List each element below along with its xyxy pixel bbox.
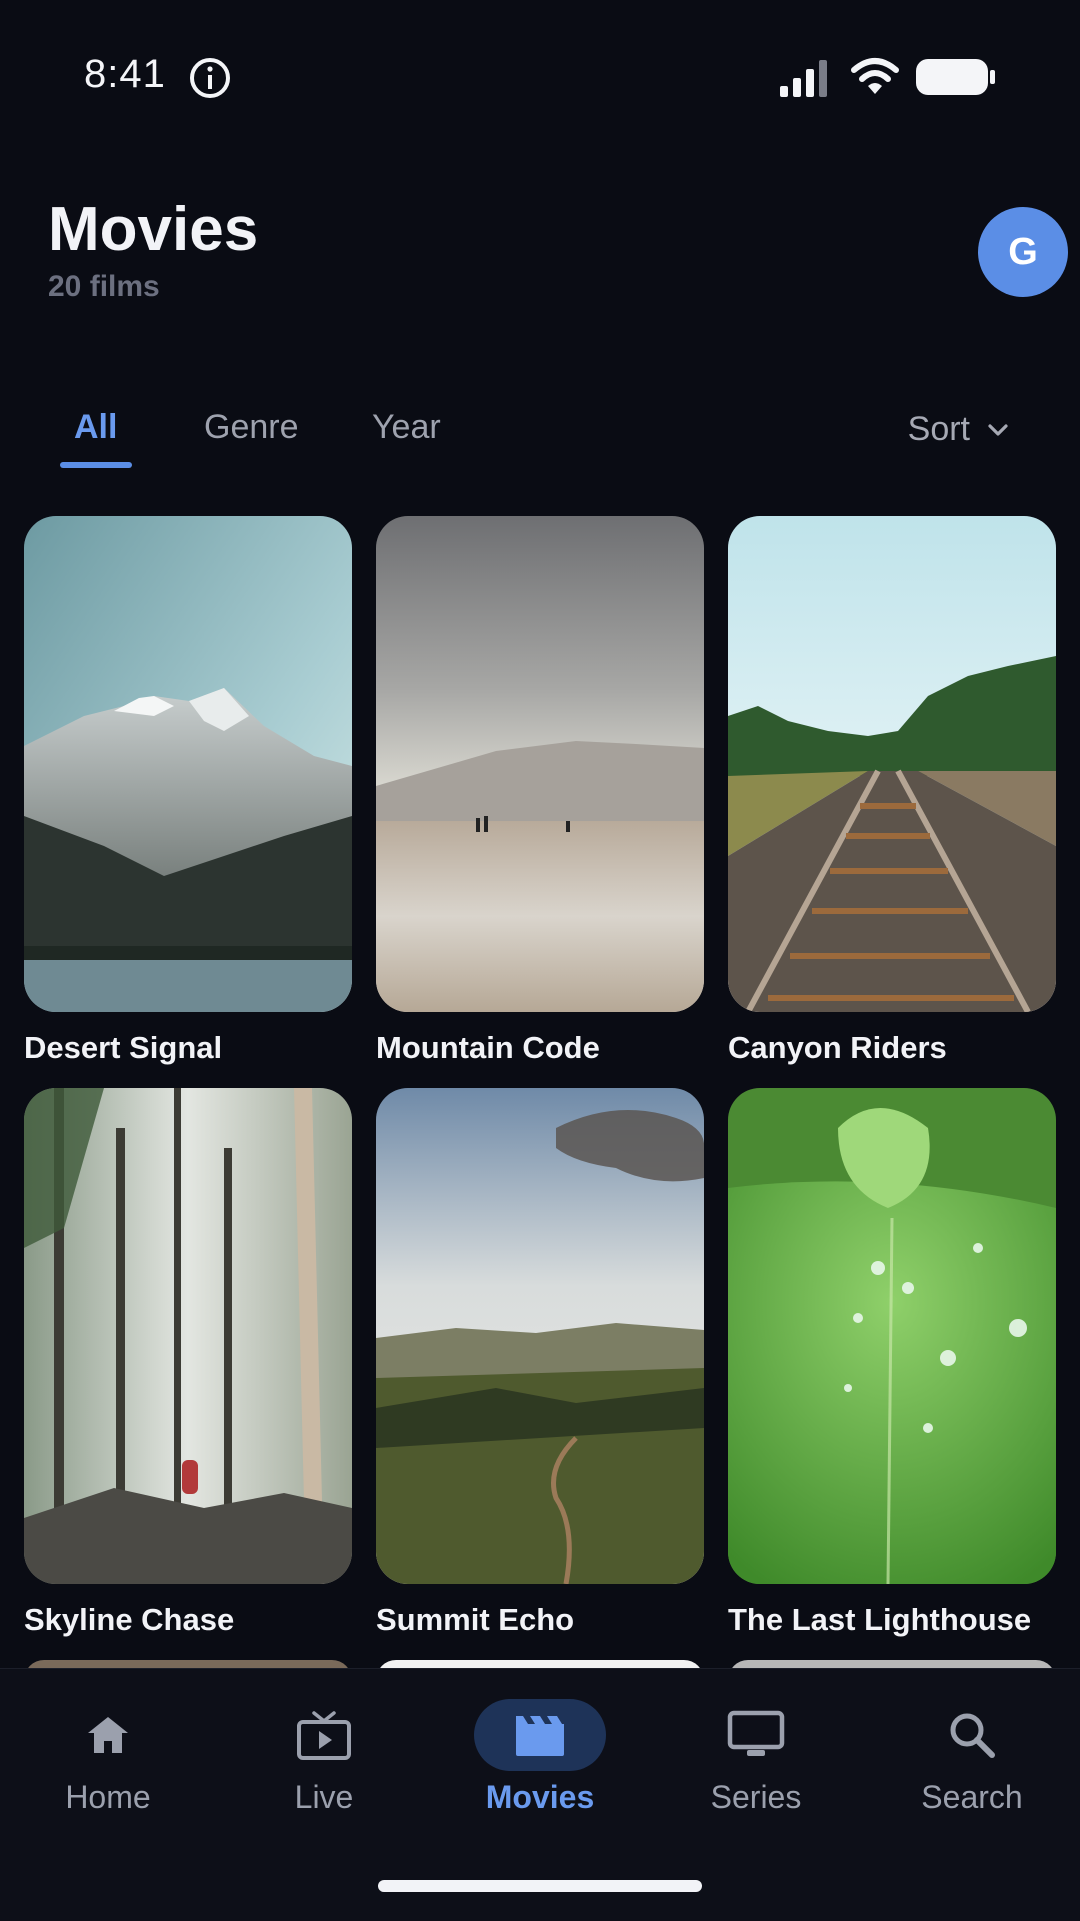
movie-title: Desert Signal [24,1030,223,1065]
movie-card[interactable]: The Last Lighthouse [728,1088,1056,1638]
tab-year[interactable]: Year [372,408,441,447]
sort-button[interactable]: Sort [908,410,1012,449]
movie-poster[interactable] [24,1088,352,1584]
film-count: 20 films [48,270,160,303]
movie-title: Summit Echo [376,1602,575,1637]
filter-tabs: All Genre Year Sort [0,400,1080,470]
tab-genre[interactable]: Genre [204,408,299,447]
nav-movies[interactable]: Movies [455,1699,625,1816]
nav-label: Search [921,1779,1023,1815]
tab-all[interactable]: All [74,408,117,447]
active-tab-indicator [60,462,132,468]
movie-title: Canyon Riders [728,1030,947,1065]
movie-poster[interactable] [728,516,1056,1012]
movie-poster[interactable] [24,516,352,1012]
movie-card[interactable]: Summit Echo [376,1088,704,1638]
clapperboard-icon [516,1716,564,1756]
nav-label: Movies [485,1779,595,1815]
sort-label: Sort [907,410,970,448]
nav-label: Home [65,1779,151,1815]
movie-title: Mountain Code [376,1030,600,1065]
status-bar: 8:41 [0,0,1080,150]
home-indicator[interactable] [378,1880,702,1892]
battery-icon [916,59,995,95]
monitor-icon [727,1710,785,1756]
page-title: Movies [48,195,259,264]
wifi-icon [851,58,899,94]
signal-icon [780,60,827,97]
nav-live[interactable]: Live [239,1699,409,1816]
movie-card[interactable]: Desert Signal [24,516,352,1066]
movie-card[interactable]: Mountain Code [376,516,704,1066]
page-header: Movies 20 films [48,192,258,304]
tv-play-icon [297,1711,351,1760]
search-icon [950,1713,995,1758]
nav-label: Live [294,1779,354,1815]
nav-label: Series [710,1779,802,1815]
movie-poster[interactable] [376,516,704,1012]
status-time: 8:41 [84,52,166,96]
avatar[interactable]: G [978,207,1068,297]
avatar-initial: G [1008,230,1038,273]
movie-title: The Last Lighthouse [728,1602,1032,1637]
nav-home[interactable]: Home [23,1699,193,1816]
movie-title: Skyline Chase [24,1602,235,1637]
movie-card[interactable]: Skyline Chase [24,1088,352,1638]
home-icon [88,1717,128,1753]
movie-poster[interactable] [376,1088,704,1584]
nav-search[interactable]: Search [887,1699,1057,1816]
movie-poster[interactable] [728,1088,1056,1584]
info-icon [190,58,230,98]
movie-card[interactable]: Canyon Riders [728,516,1056,1066]
nav-series[interactable]: Series [671,1699,841,1816]
chevron-down-icon [988,423,1008,436]
